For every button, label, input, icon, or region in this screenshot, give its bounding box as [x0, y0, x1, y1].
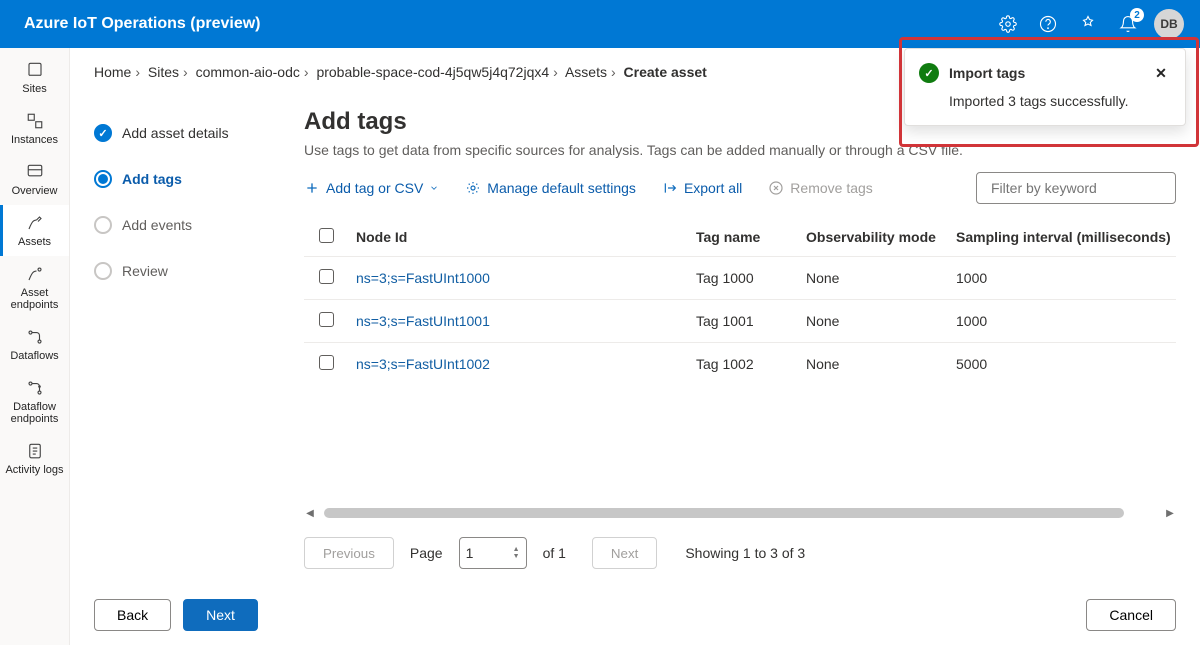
settings-icon[interactable] [988, 4, 1028, 44]
wizard-footer: Back Next Cancel [70, 585, 1200, 645]
rail-instances[interactable]: Instances [0, 103, 69, 154]
crumb-instance[interactable]: probable-space-cod-4j5qw5j4q72jqx4 [316, 64, 549, 80]
export-all-button[interactable]: Export all [662, 180, 742, 196]
close-icon[interactable]: ✕ [1151, 63, 1171, 83]
rail-dataflow-endpoints[interactable]: Dataflow endpoints [0, 370, 69, 433]
success-icon: ✓ [919, 63, 939, 83]
pagination: Previous Page 1▲▼ of 1 Next Showing 1 to… [304, 521, 1176, 585]
table-row: ns=3;s=FastUInt1000Tag 1000None10005 [304, 257, 1176, 300]
tags-table: Node Id Tag name Observability mode Samp… [304, 218, 1176, 501]
notification-badge: 2 [1130, 8, 1144, 22]
crumb-home[interactable]: Home [94, 64, 131, 80]
help-icon[interactable] [1028, 4, 1068, 44]
next-button[interactable]: Next [183, 599, 258, 631]
page-label: Page [410, 545, 443, 561]
crumb-current: Create asset [624, 64, 707, 80]
page-number-input[interactable]: 1▲▼ [459, 537, 527, 569]
step-add-tags[interactable]: Add tags [94, 156, 264, 202]
avatar[interactable]: DB [1154, 9, 1184, 39]
rail-asset-endpoints[interactable]: Asset endpoints [0, 256, 69, 319]
filter-input[interactable] [976, 172, 1176, 204]
wizard-steps: Add asset details Add tags Add events Re… [94, 90, 264, 585]
toast-message: Imported 3 tags successfully. [919, 93, 1171, 109]
crumb-sites[interactable]: Sites [148, 64, 179, 80]
row-checkbox[interactable] [319, 269, 334, 284]
step-add-asset-details[interactable]: Add asset details [94, 110, 264, 156]
next-page-button: Next [592, 537, 657, 569]
crumb-site-name[interactable]: common-aio-odc [196, 64, 300, 80]
previous-page-button: Previous [304, 537, 394, 569]
cancel-button[interactable]: Cancel [1086, 599, 1176, 631]
row-checkbox[interactable] [319, 355, 334, 370]
node-id-link[interactable]: ns=3;s=FastUInt1002 [348, 343, 688, 386]
feedback-icon[interactable] [1068, 4, 1108, 44]
global-header: Azure IoT Operations (preview) 2 DB [0, 0, 1200, 48]
rail-dataflows[interactable]: Dataflows [0, 319, 69, 370]
horizontal-scrollbar[interactable]: ◀▶ [304, 505, 1176, 521]
notifications-icon[interactable]: 2 [1108, 4, 1148, 44]
rail-sites[interactable]: Sites [0, 52, 69, 103]
table-row: ns=3;s=FastUInt1002Tag 1002None500010 [304, 343, 1176, 386]
app-title: Azure IoT Operations (preview) [24, 15, 988, 33]
crumb-assets[interactable]: Assets [565, 64, 607, 80]
rail-activity-logs[interactable]: Activity logs [0, 433, 69, 484]
manage-defaults-button[interactable]: Manage default settings [465, 180, 636, 196]
page-showing: Showing 1 to 3 of 3 [685, 545, 805, 561]
nav-rail: Sites Instances Overview Assets Asset en… [0, 48, 70, 645]
page-description: Use tags to get data from specific sourc… [304, 142, 1176, 158]
select-all-checkbox[interactable] [319, 228, 334, 243]
toast-title: Import tags [949, 65, 1025, 81]
back-button[interactable]: Back [94, 599, 171, 631]
import-toast: ✓ Import tags ✕ Imported 3 tags successf… [904, 48, 1186, 126]
step-review[interactable]: Review [94, 248, 264, 294]
rail-overview[interactable]: Overview [0, 154, 69, 205]
step-add-events[interactable]: Add events [94, 202, 264, 248]
row-checkbox[interactable] [319, 312, 334, 327]
rail-assets[interactable]: Assets [0, 205, 69, 256]
table-row: ns=3;s=FastUInt1001Tag 1001None10005 [304, 300, 1176, 343]
add-tag-button[interactable]: Add tag or CSV [304, 180, 439, 196]
node-id-link[interactable]: ns=3;s=FastUInt1000 [348, 257, 688, 300]
filter-field[interactable] [991, 180, 1172, 196]
node-id-link[interactable]: ns=3;s=FastUInt1001 [348, 300, 688, 343]
remove-tags-button: Remove tags [768, 180, 872, 196]
page-of: of 1 [543, 545, 566, 561]
chevron-down-icon [429, 183, 439, 193]
